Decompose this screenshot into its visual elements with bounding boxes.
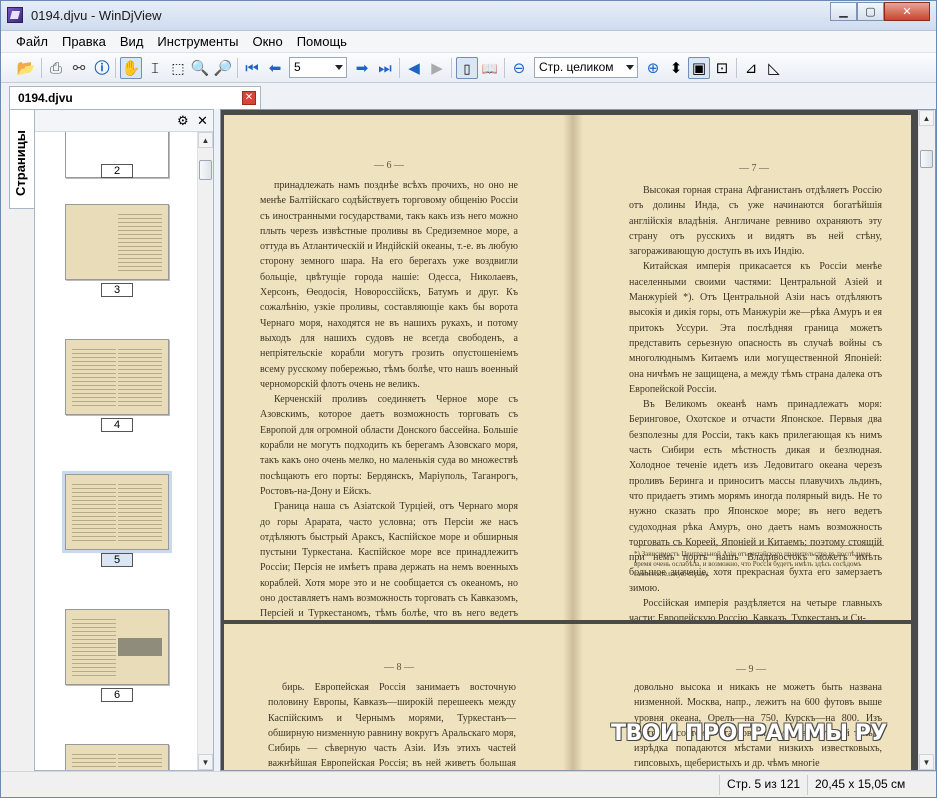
hand-tool-icon[interactable]: ✋ bbox=[120, 57, 142, 79]
menu-window[interactable]: Окно bbox=[245, 31, 289, 52]
pages-panel-tab-label: Страницы bbox=[13, 130, 28, 196]
last-page-icon[interactable]: ⏭ bbox=[374, 57, 396, 79]
open-folder-icon[interactable]: 📂 bbox=[15, 57, 37, 79]
thumbnail-label: 2 bbox=[101, 164, 133, 178]
thumbnail-scrollbar[interactable]: ▲ ▼ bbox=[197, 132, 213, 770]
page-6-text: принадлежать намъ позднѣе всѣхъ прочихъ,… bbox=[260, 180, 518, 620]
toolbar: 📂 ⎙ ⚯ ⓘ ✋ 𝙸 ⬚ 🔍 🔎 ⏮ ⬅ 5 ➡ ⏭ ◀ ▶ ▯ 📖 ⊖ Ст… bbox=[1, 53, 936, 83]
menu-bar: Файл Правка Вид Инструменты Окно Помощь bbox=[1, 31, 936, 53]
scroll-down-icon[interactable]: ▼ bbox=[198, 754, 213, 770]
menu-file[interactable]: Файл bbox=[9, 31, 55, 52]
document-tab-label: 0194.djvu bbox=[18, 91, 73, 105]
zoom-out-icon[interactable]: ⊖ bbox=[508, 57, 530, 79]
thumbnail-label: 3 bbox=[101, 283, 133, 297]
app-window: 0194.djvu - WinDjView ▁ ▢ ✕ Файл Правка … bbox=[0, 0, 937, 798]
thumbnail-label: 5 bbox=[101, 553, 133, 567]
windjview-logo-icon bbox=[7, 7, 23, 23]
status-bar: Стр. 5 из 121 20,45 x 15,05 см bbox=[1, 771, 936, 797]
scrollbar-thumb[interactable] bbox=[199, 160, 212, 180]
thumbnail-page-6[interactable] bbox=[65, 609, 169, 685]
page-number-value: 5 bbox=[294, 60, 301, 74]
maximize-button[interactable]: ▢ bbox=[857, 2, 884, 21]
thumbnail-label: 6 bbox=[101, 688, 133, 702]
forward-icon[interactable]: ▶ bbox=[426, 57, 448, 79]
document-tab[interactable]: 0194.djvu ✕ bbox=[9, 86, 261, 109]
menu-view[interactable]: Вид bbox=[113, 31, 151, 52]
zoom-in-rect-icon[interactable]: 🔍 bbox=[189, 57, 211, 79]
info-icon[interactable]: ⓘ bbox=[91, 57, 113, 79]
page-number-right: — 9 — bbox=[736, 664, 766, 675]
thumbnails-panel: ⚙ ✕ 2 3 4 5 6 ▲ ▼ bbox=[34, 109, 214, 771]
zoom-in-icon[interactable]: ⊕ bbox=[642, 57, 664, 79]
first-page-icon[interactable]: ⏮ bbox=[241, 57, 263, 79]
close-tab-icon[interactable]: ✕ bbox=[242, 91, 256, 105]
thumbnail-page-5[interactable] bbox=[62, 471, 172, 553]
rotate-left-icon[interactable]: ⊿ bbox=[740, 57, 762, 79]
print-icon[interactable]: ⎙ bbox=[45, 57, 67, 79]
menu-help[interactable]: Помощь bbox=[290, 31, 354, 52]
menu-edit[interactable]: Правка bbox=[55, 31, 113, 52]
watermark: ТВОИ ПРОГРАММЫ РУ bbox=[611, 721, 887, 746]
footnote: *) Зависимость Центральной Азіи отъ кита… bbox=[634, 545, 884, 579]
rotate-right-icon[interactable]: ◺ bbox=[763, 57, 785, 79]
zoom-value: Стр. целиком bbox=[539, 60, 614, 74]
single-page-icon[interactable]: ▯ bbox=[456, 57, 478, 79]
viewer-scrollbar[interactable]: ▲ ▼ bbox=[918, 110, 935, 770]
window-title: 0194.djvu - WinDjView bbox=[31, 8, 162, 23]
page-spread-8-9: — 8 — — 9 — бирь. Европейская Россія зан… bbox=[224, 624, 911, 770]
facing-pages-icon[interactable]: 📖 bbox=[479, 57, 501, 79]
page-8-text: бирь. Европейская Россія занимаетъ восто… bbox=[268, 682, 516, 770]
find-binoculars-icon[interactable]: ⚯ bbox=[68, 57, 90, 79]
scroll-down-icon[interactable]: ▼ bbox=[919, 754, 934, 770]
gear-icon[interactable]: ⚙ bbox=[177, 113, 189, 129]
minimize-button[interactable]: ▁ bbox=[830, 2, 857, 21]
close-icon[interactable]: ✕ bbox=[197, 113, 208, 129]
pages-panel-tab[interactable]: Страницы bbox=[9, 109, 34, 209]
page-number-right: — 7 — bbox=[739, 163, 769, 174]
scrollbar-thumb[interactable] bbox=[920, 150, 933, 168]
page-number-left: — 8 — bbox=[384, 662, 414, 673]
actual-size-icon[interactable]: ⊡ bbox=[711, 57, 733, 79]
magnifier-icon[interactable]: 🔎 bbox=[212, 57, 234, 79]
next-page-icon[interactable]: ➡ bbox=[351, 57, 373, 79]
fit-page-icon[interactable]: ▣ bbox=[688, 57, 710, 79]
chevron-down-icon bbox=[335, 65, 343, 70]
menu-tools[interactable]: Инструменты bbox=[150, 31, 245, 52]
page-number-combo[interactable]: 5 bbox=[289, 57, 347, 78]
document-tab-bar: 0194.djvu ✕ bbox=[1, 83, 936, 109]
page-number-left: — 6 — bbox=[374, 160, 404, 171]
thumbnail-label: 4 bbox=[101, 418, 133, 432]
thumbnail-page-3[interactable] bbox=[65, 204, 169, 280]
text-select-icon[interactable]: 𝙸 bbox=[144, 57, 166, 79]
status-page-size: 20,45 x 15,05 см bbox=[815, 777, 906, 791]
chevron-down-icon bbox=[626, 65, 634, 70]
page-spread-6-7: — 6 — — 7 — принадлежать намъ позднѣе вс… bbox=[224, 115, 911, 620]
document-viewer[interactable]: — 6 — — 7 — принадлежать намъ позднѣе вс… bbox=[220, 109, 936, 771]
title-bar[interactable]: 0194.djvu - WinDjView ▁ ▢ ✕ bbox=[1, 1, 936, 31]
thumbnail-list: 2 3 4 5 6 bbox=[35, 132, 197, 770]
thumbnail-page-7[interactable] bbox=[65, 744, 169, 770]
fit-width-icon[interactable]: ⬍ bbox=[665, 57, 687, 79]
thumbnails-panel-header: ⚙ ✕ bbox=[35, 110, 213, 132]
close-button[interactable]: ✕ bbox=[884, 2, 930, 21]
rect-select-icon[interactable]: ⬚ bbox=[167, 57, 189, 79]
back-icon[interactable]: ◀ bbox=[403, 57, 425, 79]
zoom-combo[interactable]: Стр. целиком bbox=[534, 57, 638, 78]
status-page: Стр. 5 из 121 bbox=[727, 777, 801, 791]
thumbnail-page-4[interactable] bbox=[65, 339, 169, 415]
scroll-up-icon[interactable]: ▲ bbox=[919, 110, 934, 126]
scroll-up-icon[interactable]: ▲ bbox=[198, 132, 213, 148]
prev-page-icon[interactable]: ⬅ bbox=[264, 57, 286, 79]
